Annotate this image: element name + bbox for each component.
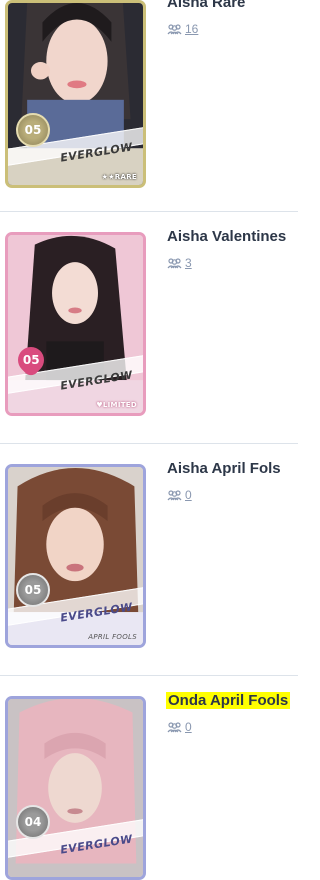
card-title[interactable]: Aisha Rare	[167, 0, 245, 11]
card-number-badge: 04	[16, 805, 50, 839]
card-number: 05	[22, 352, 40, 367]
card-list-item[interactable]: 04 EVERGLOW Onda April Fools 0	[0, 676, 298, 880]
card-title[interactable]: Aisha April Fols	[167, 460, 281, 477]
collectors-stat: 0	[167, 720, 192, 734]
card-title[interactable]: Onda April Fools	[166, 692, 291, 709]
people-icon	[167, 721, 182, 732]
collectors-count-link[interactable]: 3	[185, 256, 192, 270]
collectors-stat: 3	[167, 256, 192, 270]
collectors-stat: 0	[167, 488, 192, 502]
card-image[interactable]: 05 EVERGLOW ♥LIMITED	[5, 232, 146, 416]
card-image[interactable]: 05 EVERGLOW ★★RARE	[5, 0, 146, 188]
people-icon	[167, 23, 182, 34]
rarity-label: ★★RARE	[101, 173, 137, 181]
collectors-count-link[interactable]: 16	[185, 22, 198, 36]
card-image[interactable]: 05 EVERGLOW APRIL FOOLS	[5, 464, 146, 648]
people-icon	[167, 257, 182, 268]
people-icon	[167, 489, 182, 500]
card-list-item[interactable]: 05 EVERGLOW ★★RARE Aisha Rare 16	[0, 0, 298, 212]
card-image[interactable]: 04 EVERGLOW	[5, 696, 146, 880]
card-number: 05	[24, 123, 42, 137]
collectors-count-link[interactable]: 0	[185, 720, 192, 734]
card-number-badge: 05	[16, 573, 50, 607]
rarity-label: APRIL FOOLS	[88, 633, 137, 641]
card-number-badge: 05	[16, 113, 50, 147]
card-list-item[interactable]: 05 EVERGLOW APRIL FOOLS Aisha April Fols…	[0, 444, 298, 676]
card-title[interactable]: Aisha Valentines	[167, 228, 286, 245]
collectors-count-link[interactable]: 0	[185, 488, 192, 502]
card-list-item[interactable]: 05 EVERGLOW ♥LIMITED Aisha Valentines 3	[0, 212, 298, 444]
card-number: 04	[24, 815, 42, 829]
collectors-stat: 16	[167, 22, 198, 36]
rarity-label: ♥LIMITED	[96, 401, 137, 409]
card-number: 05	[24, 583, 42, 597]
